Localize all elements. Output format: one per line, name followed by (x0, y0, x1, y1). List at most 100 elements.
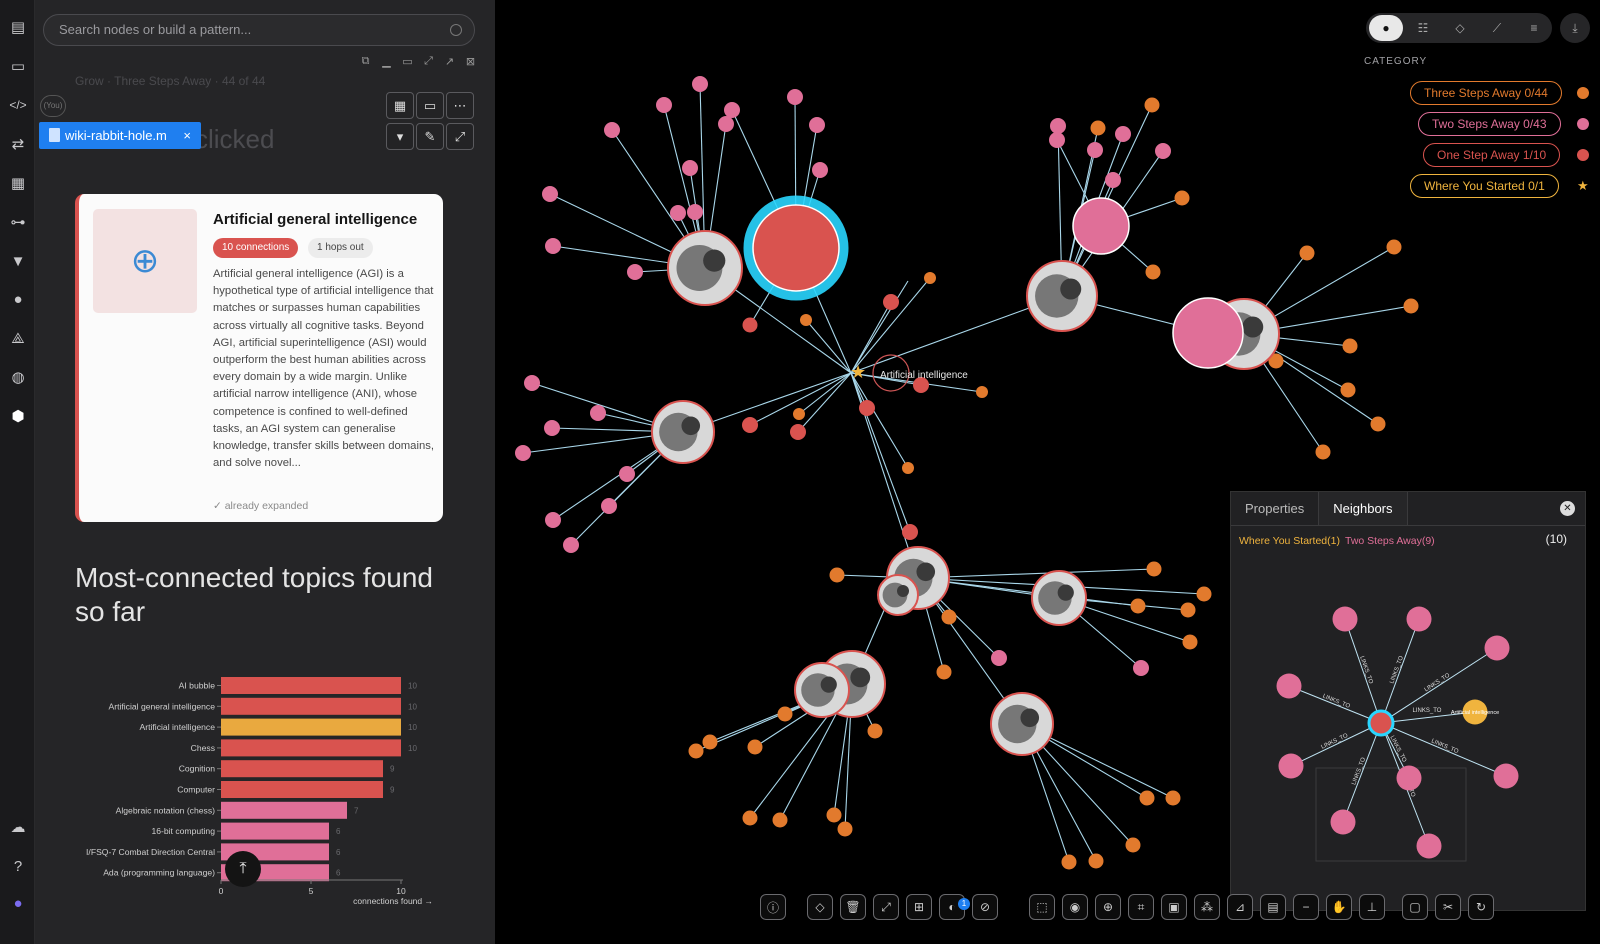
graph-node[interactable] (793, 408, 805, 420)
graph-node[interactable] (1155, 143, 1171, 159)
neighbor-node[interactable] (1332, 606, 1358, 632)
graph-node[interactable] (902, 462, 914, 474)
neighbor-node[interactable] (1396, 765, 1422, 791)
edge-icon[interactable]: ⟋ (1480, 15, 1514, 41)
graph-node[interactable] (1130, 598, 1146, 614)
chart-icon[interactable]: ⊿ (1227, 894, 1253, 920)
graph-node[interactable] (702, 734, 718, 750)
target-icon[interactable]: ⊕ (1095, 894, 1121, 920)
graph-node[interactable] (670, 205, 686, 221)
bar[interactable] (221, 822, 329, 840)
file-tab[interactable]: wiki-rabbit-hole.m × (39, 122, 201, 149)
search-input[interactable]: Search nodes or build a pattern... (43, 14, 475, 46)
graph-node[interactable] (777, 706, 793, 722)
graph-node[interactable] (1196, 586, 1212, 602)
bar[interactable] (221, 677, 401, 694)
neighbor-node[interactable] (1493, 763, 1519, 789)
bar[interactable] (221, 760, 383, 778)
neighbor-node[interactable] (1416, 833, 1442, 859)
graph-node[interactable] (1340, 382, 1356, 398)
graph-node[interactable] (1370, 416, 1386, 432)
close-icon[interactable]: ✕ (1560, 501, 1575, 516)
graph-node[interactable] (1299, 245, 1315, 261)
tag-icon[interactable]: ◇ (1443, 15, 1477, 41)
graph-icon[interactable]: ⟁ (7, 327, 29, 349)
file-tab-close-icon[interactable]: × (183, 122, 191, 149)
fit-icon[interactable]: ⤢ (873, 894, 899, 920)
tag-icon[interactable]: ◇ (807, 894, 833, 920)
edit-button[interactable]: ✎ (416, 123, 444, 150)
help-icon[interactable]: ? (7, 855, 29, 877)
graph-node[interactable] (902, 524, 918, 540)
graph-node[interactable] (687, 204, 703, 220)
crop-icon[interactable]: ⌗ (1128, 894, 1154, 920)
graph-node[interactable] (1315, 444, 1331, 460)
neighbors-graph[interactable]: LINKS_TO LINKS_TO LINKS_TOLINKS_TOLINKS_TO… (1231, 532, 1587, 912)
graph-node[interactable] (601, 498, 617, 514)
graph-node[interactable] (1174, 190, 1190, 206)
graph-node[interactable] (883, 294, 899, 310)
hierarchy-icon[interactable]: ⊶ (7, 211, 29, 233)
graph-view-icon[interactable]: ● (1369, 15, 1403, 41)
cube-icon[interactable]: ⬢ (7, 405, 29, 427)
chat-icon[interactable]: ● (7, 288, 29, 310)
layers-icon[interactable]: ▤ (1260, 894, 1286, 920)
camera-icon[interactable]: ◉ (1062, 894, 1088, 920)
graph-node[interactable] (790, 424, 806, 440)
loop-icon[interactable]: ↻ (1468, 894, 1494, 920)
hand-icon[interactable]: ✋ (1326, 894, 1352, 920)
graph-node[interactable] (1133, 660, 1149, 676)
folder-button[interactable]: ▭ (416, 92, 444, 119)
graph-node[interactable] (1087, 142, 1103, 158)
bar[interactable] (221, 801, 347, 819)
graph-node[interactable] (1061, 854, 1077, 870)
trash-icon[interactable]: 🗑 (840, 894, 866, 920)
star-icon[interactable]: ★ (850, 362, 866, 382)
graph-node[interactable] (545, 512, 561, 528)
bar[interactable] (221, 697, 401, 715)
hub-node[interactable] (752, 204, 840, 292)
frame-icon[interactable]: ▢ (1402, 894, 1428, 920)
pin-icon[interactable]: ⊥ (1359, 894, 1385, 920)
category-two-steps[interactable]: Two Steps Away 0/43 (1418, 112, 1561, 136)
graph-node[interactable] (656, 97, 672, 113)
graph-node[interactable] (590, 405, 606, 421)
expand-button[interactable]: ⤢ (446, 123, 474, 150)
graph-node[interactable] (718, 116, 734, 132)
hide-icon[interactable]: ⊘ (972, 894, 998, 920)
clear-search-icon[interactable] (450, 24, 462, 36)
graph-node[interactable] (692, 76, 708, 92)
graph-node[interactable] (747, 739, 763, 755)
logo-icon[interactable]: ● (7, 892, 29, 914)
graph-node[interactable] (837, 821, 853, 837)
graph-node[interactable] (1090, 120, 1106, 136)
more-button[interactable]: ⋯ (446, 92, 474, 119)
category-one-step[interactable]: One Step Away 1/10 (1423, 143, 1561, 167)
neighbor-node[interactable] (1278, 753, 1304, 779)
cluster-icon[interactable]: ⁂ (1194, 894, 1220, 920)
graph-node[interactable] (524, 375, 540, 391)
neighbor-node[interactable] (1330, 809, 1356, 835)
graph-node[interactable] (829, 567, 845, 583)
minus-icon[interactable]: − (1293, 894, 1319, 920)
graph-node[interactable] (867, 723, 883, 739)
graph-node[interactable] (1342, 338, 1358, 354)
graph-node[interactable] (1182, 634, 1198, 650)
bar[interactable] (221, 739, 401, 757)
transfer-icon[interactable]: ⇄ (7, 133, 29, 155)
neighbor-node[interactable] (1484, 635, 1510, 661)
close-window-icon[interactable]: ⊠ (464, 55, 477, 68)
tab-properties[interactable]: Properties (1231, 492, 1320, 525)
bar[interactable] (221, 718, 401, 736)
category-three-steps[interactable]: Three Steps Away 0/44 (1410, 81, 1562, 105)
image-icon[interactable]: ▣ (1161, 894, 1187, 920)
graph-node[interactable] (941, 609, 957, 625)
category-started[interactable]: Where You Started 0/1 (1410, 174, 1559, 198)
neighbor-node[interactable] (1406, 606, 1432, 632)
fullscreen-icon[interactable]: ⤢ (422, 55, 435, 67)
node-select-icon[interactable]: ⊞ (906, 894, 932, 920)
minimize-icon[interactable]: ▁ (380, 55, 393, 68)
select-all-icon[interactable]: ⬚ (1029, 894, 1055, 920)
code-icon[interactable]: </> (7, 94, 29, 116)
graph-node[interactable] (742, 810, 758, 826)
